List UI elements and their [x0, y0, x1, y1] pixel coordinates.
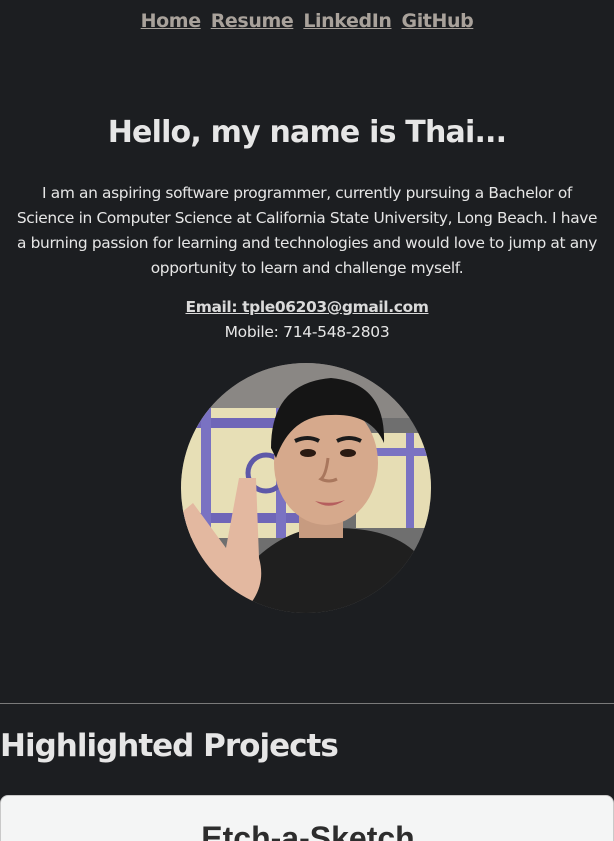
nav-link-linkedin[interactable]: LinkedIn — [303, 10, 392, 32]
nav-link-resume[interactable]: Resume — [211, 10, 294, 32]
nav-link-github[interactable]: GitHub — [402, 10, 474, 32]
profile-photo — [181, 363, 431, 613]
nav-link-home[interactable]: Home — [141, 10, 201, 32]
project-card-title: Etch-a-Sketch — [201, 820, 415, 841]
projects-heading: Highlighted Projects — [0, 728, 339, 764]
mobile-contact: Mobile: 714-548-2803 — [224, 323, 390, 341]
email-contact: Email: tple06203@gmail.com — [0, 298, 614, 316]
section-divider — [0, 703, 614, 704]
hero-title: Hello, my name is Thai... — [107, 115, 507, 150]
top-nav: Home Resume LinkedIn GitHub — [0, 10, 614, 32]
portfolio-page: Home Resume LinkedIn GitHub Hello, my na… — [0, 0, 614, 841]
intro-paragraph: I am an aspiring software programmer, cu… — [16, 184, 598, 277]
email-link[interactable]: Email: tple06203@gmail.com — [186, 298, 429, 316]
project-card[interactable]: Etch-a-Sketch — [0, 795, 614, 841]
profile-photo-illustration — [181, 363, 431, 613]
